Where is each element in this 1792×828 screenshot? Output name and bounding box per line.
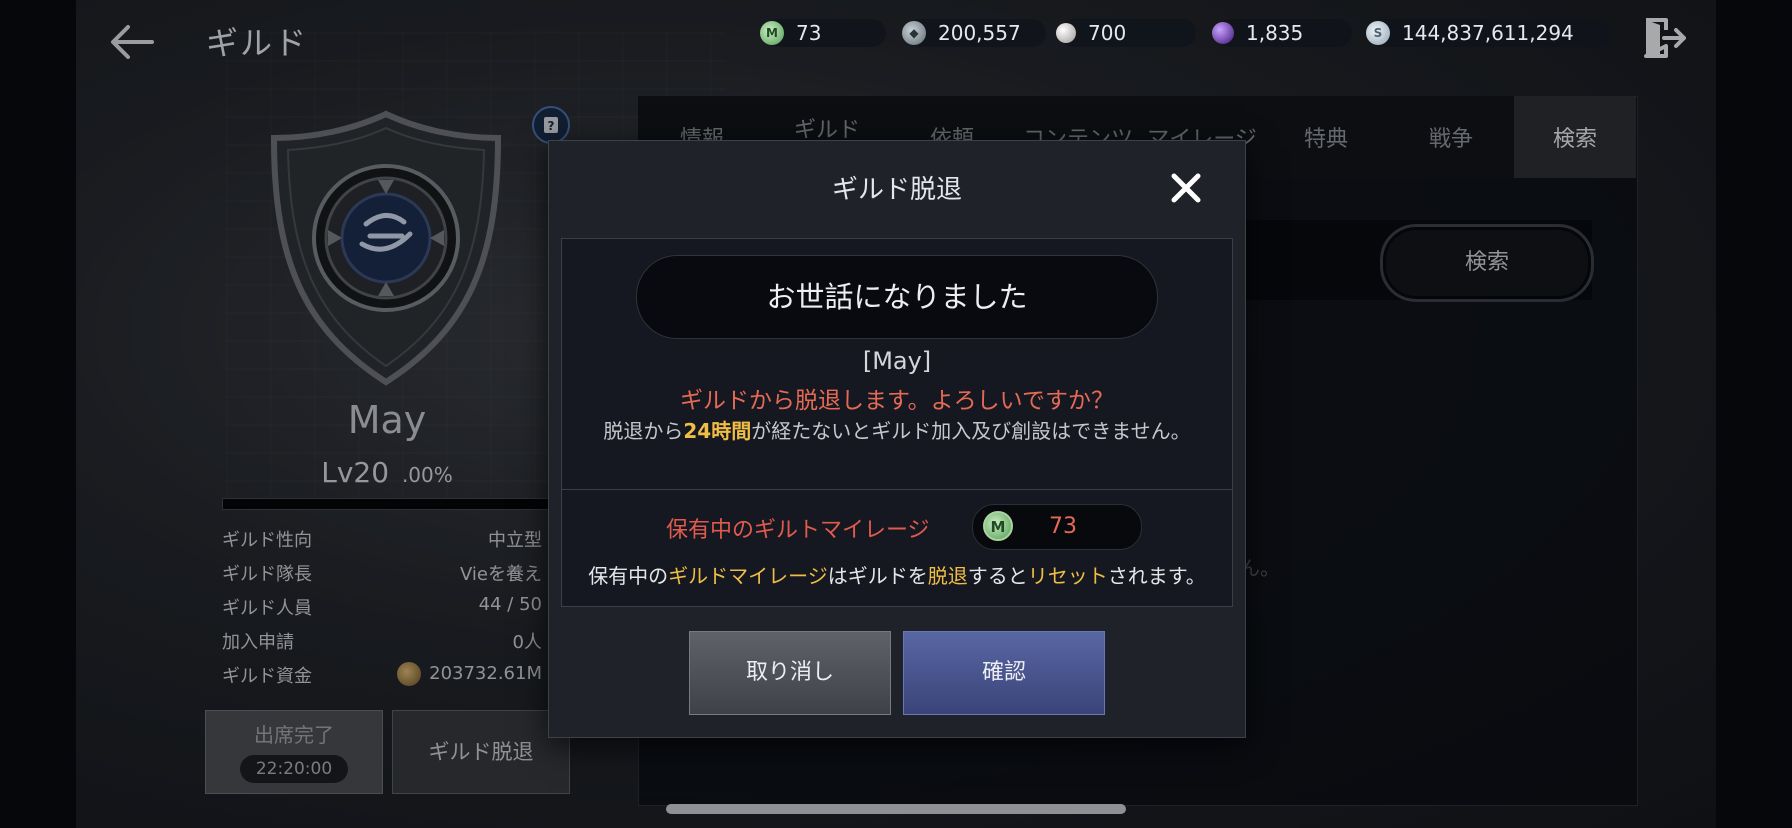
mileage-icon: M — [983, 511, 1013, 541]
currency-value: 700 — [1088, 21, 1127, 45]
farewell-message[interactable]: お世話になりました — [636, 255, 1158, 339]
currency-value: 144,837,611,294 — [1402, 21, 1574, 45]
cooldown-note: 脱退から24時間が経たないとギルド加入及び創設はできません。 — [562, 415, 1232, 444]
mileage-reset-note: 保有中のギルドマイレージはギルドを脱退するとリセットされます。 — [562, 560, 1232, 589]
dialog-title: ギルド脱退 — [831, 175, 962, 205]
mileage-value: 73 — [1049, 514, 1077, 539]
currency-value: 73 — [796, 21, 822, 45]
confirm-question: ギルドから脱退します。よろしいですか？ — [679, 388, 1114, 414]
currency-value: 200,557 — [938, 21, 1021, 45]
message-box: お世話になりました [May] ギルドから脱退します。よろしいですか？ 脱退から… — [561, 238, 1233, 490]
gem-icon: ◆ — [902, 21, 926, 45]
mileage-label: 保有中のギルトマイレージ — [666, 518, 930, 543]
note-text: 脱退から — [603, 419, 684, 443]
note-text: すると — [967, 564, 1028, 588]
player-name: [May] — [862, 347, 932, 375]
note-text: されます。 — [1107, 564, 1206, 588]
note-highlight: 脱退 — [927, 564, 968, 588]
home-indicator[interactable] — [666, 804, 1126, 814]
silver-coin-icon: S — [1366, 21, 1390, 45]
note-highlight: 24時間 — [683, 419, 752, 443]
cancel-button[interactable]: 取り消し — [689, 631, 891, 715]
note-highlight: リセット — [1027, 564, 1108, 588]
mileage-pill: M 73 — [972, 504, 1142, 550]
currency-value: 1,835 — [1246, 21, 1304, 45]
leave-guild-dialog: ギルド脱退 お世話になりました [May] ギルドから脱退します。よろしいですか… — [548, 140, 1246, 738]
confirm-button[interactable]: 確認 — [903, 631, 1105, 715]
close-icon[interactable] — [1169, 171, 1203, 205]
note-highlight: ギルドマイレージ — [668, 564, 828, 588]
mileage-box: 保有中のギルトマイレージ M 73 保有中のギルドマイレージはギルドを脱退すると… — [561, 489, 1233, 607]
purple-orb-icon — [1212, 22, 1234, 44]
pearl-icon — [1056, 23, 1076, 43]
note-text: はギルドを — [827, 564, 928, 588]
note-text: が経たないとギルド加入及び創設はできません。 — [751, 419, 1191, 443]
note-text: 保有中の — [588, 564, 669, 588]
mileage-icon: M — [760, 21, 784, 45]
